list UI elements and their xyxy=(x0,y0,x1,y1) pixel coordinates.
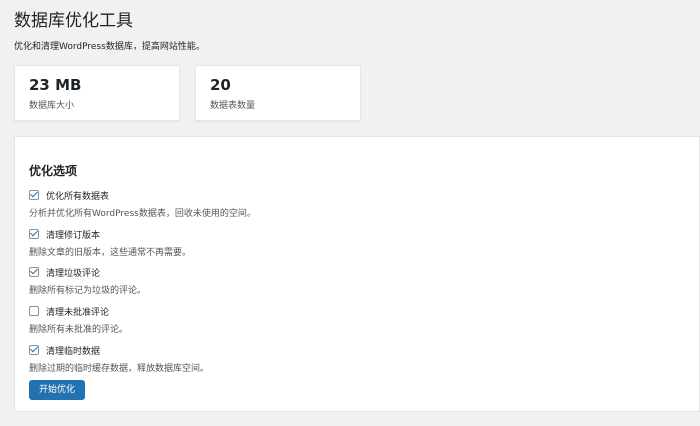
option-description: 删除所有标记为垃圾的评论。 xyxy=(29,286,147,296)
check-icon xyxy=(30,189,38,198)
stat-card-table-count: 20 数据表数量 xyxy=(195,65,361,121)
db-optimizer-page: 数据库优化工具 优化和清理WordPress数据库，提高网站性能。 23 MB … xyxy=(0,0,700,426)
page-title: 数据库优化工具 xyxy=(14,11,133,31)
option-label: 清理临时数据 xyxy=(46,346,101,357)
option-checkbox[interactable] xyxy=(29,189,39,200)
option-checkbox[interactable] xyxy=(29,266,39,277)
option-optimize-tables: 优化所有数据表 分析并优化所有WordPress数据表，回收未使用的空间。 xyxy=(29,188,669,222)
option-description: 分析并优化所有WordPress数据表，回收未使用的空间。 xyxy=(29,209,256,219)
stat-card-db-size: 23 MB 数据库大小 xyxy=(14,65,180,121)
option-row[interactable]: 优化所有数据表 xyxy=(29,188,109,202)
option-label: 清理未批准评论 xyxy=(46,307,110,318)
check-icon xyxy=(30,344,38,353)
option-row[interactable]: 清理垃圾评论 xyxy=(29,265,100,279)
check-icon xyxy=(30,228,38,237)
start-optimize-button[interactable]: 开始优化 xyxy=(29,380,86,400)
option-label: 优化所有数据表 xyxy=(46,191,110,202)
option-checkbox[interactable] xyxy=(29,306,39,316)
option-row[interactable]: 清理临时数据 xyxy=(29,343,100,357)
page-description: 优化和清理WordPress数据库，提高网站性能。 xyxy=(14,42,205,52)
check-icon xyxy=(30,266,38,275)
option-checkbox[interactable] xyxy=(29,228,39,239)
stat-value: 23 MB xyxy=(29,76,82,94)
option-description: 删除过期的临时缓存数据，释放数据库空间。 xyxy=(29,364,210,374)
option-clean-unapproved-comments: 清理未批准评论 删除所有未批准的评论。 xyxy=(29,304,669,338)
stat-value: 20 xyxy=(210,76,231,94)
option-clean-revisions: 清理修订版本 删除文章的旧版本，这些通常不再需要。 xyxy=(29,227,669,261)
option-description: 删除文章的旧版本，这些通常不再需要。 xyxy=(29,248,192,258)
option-checkbox[interactable] xyxy=(29,344,39,355)
options-panel: 优化选项 优化所有数据表 分析并优化所有WordPress数据表，回收未使用的空… xyxy=(14,136,700,412)
options-panel-title: 优化选项 xyxy=(29,164,78,178)
option-label: 清理修订版本 xyxy=(46,230,101,241)
option-clean-spam-comments: 清理垃圾评论 删除所有标记为垃圾的评论。 xyxy=(29,265,669,299)
option-row[interactable]: 清理未批准评论 xyxy=(29,304,109,318)
stat-label: 数据库大小 xyxy=(29,101,75,111)
option-clean-transients: 清理临时数据 删除过期的临时缓存数据，释放数据库空间。 xyxy=(29,343,669,377)
option-row[interactable]: 清理修订版本 xyxy=(29,227,100,241)
option-description: 删除所有未批准的评论。 xyxy=(29,325,129,335)
option-label: 清理垃圾评论 xyxy=(46,268,101,279)
stat-label: 数据表数量 xyxy=(210,101,256,111)
